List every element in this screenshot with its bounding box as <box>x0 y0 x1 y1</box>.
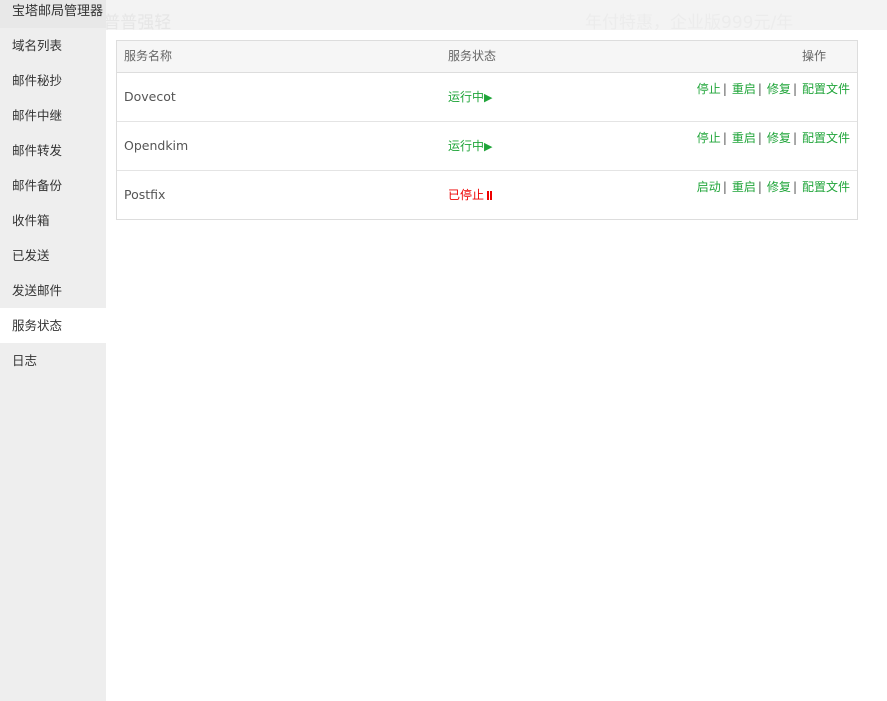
separator: | <box>757 180 762 194</box>
start-stop-link[interactable]: 启动 <box>697 180 721 194</box>
sidebar: 宝塔邮局管理器 域名列表 邮件秘抄 邮件中继 邮件转发 邮件备份 收件箱 已发送 发送邮件 服务… <box>0 0 106 701</box>
play-icon: ▶ <box>484 140 493 153</box>
sidebar-title: 宝塔邮局管理器 <box>0 0 106 28</box>
sidebar-item-7[interactable]: 发送邮件 <box>0 273 106 308</box>
repair-link[interactable]: 修复 <box>767 82 791 96</box>
play-icon: ▶ <box>484 91 493 104</box>
header-service-name: 服务名称 <box>124 49 173 63</box>
sidebar-item-3[interactable]: 邮件转发 <box>0 133 106 168</box>
sidebar-item-9[interactable]: 日志 <box>0 343 106 378</box>
service-status-text: 运行中 <box>448 90 485 104</box>
separator: | <box>722 82 727 96</box>
service-name: Opendkim <box>124 138 189 153</box>
sidebar-item-4[interactable]: 邮件备份 <box>0 168 106 203</box>
start-stop-link[interactable]: 停止 <box>697 131 721 145</box>
service-operations: 停止 | 重启 | 修复 | 配置文件 <box>648 122 857 170</box>
table-row: Postfix 已停止 启动 | 重启 | 修复 | 配置文件 <box>117 171 857 219</box>
separator: | <box>722 131 727 145</box>
separator: | <box>792 180 797 194</box>
separator: | <box>757 82 762 96</box>
service-status-text: 已停止 <box>448 188 485 202</box>
sidebar-item-6[interactable]: 已发送 <box>0 238 106 273</box>
config-file-link[interactable]: 配置文件 <box>802 82 850 96</box>
sidebar-item-0[interactable]: 域名列表 <box>0 28 106 63</box>
restart-link[interactable]: 重启 <box>732 180 756 194</box>
sidebar-item-5[interactable]: 收件箱 <box>0 203 106 238</box>
repair-link[interactable]: 修复 <box>767 180 791 194</box>
service-name: Postfix <box>124 187 166 202</box>
table-row: Opendkim 运行中▶ 停止 | 重启 | 修复 | 配置文件 <box>117 122 857 171</box>
service-operations: 启动 | 重启 | 修复 | 配置文件 <box>648 171 857 219</box>
header-service-status: 服务状态 <box>448 49 497 63</box>
service-status: 运行中▶ <box>448 122 648 170</box>
separator: | <box>792 131 797 145</box>
config-file-link[interactable]: 配置文件 <box>802 131 850 145</box>
separator: | <box>722 180 727 194</box>
service-status-panel: 服务名称 服务状态 操作 Dovecot 运行中▶ 停止 | 重启 | 修复 | 配置文件 Ope… <box>106 30 887 701</box>
separator: | <box>792 82 797 96</box>
sidebar-item-8[interactable]: 服务状态 <box>0 308 106 343</box>
restart-link[interactable]: 重启 <box>732 131 756 145</box>
table-header: 服务名称 服务状态 操作 <box>117 41 857 73</box>
sidebar-item-2[interactable]: 邮件中继 <box>0 98 106 133</box>
repair-link[interactable]: 修复 <box>767 131 791 145</box>
service-status: 已停止 <box>448 171 648 219</box>
separator: | <box>757 131 762 145</box>
service-name: Dovecot <box>124 89 176 104</box>
service-operations: 停止 | 重启 | 修复 | 配置文件 <box>648 73 857 121</box>
service-table: 服务名称 服务状态 操作 Dovecot 运行中▶ 停止 | 重启 | 修复 | 配置文件 Ope… <box>116 40 858 220</box>
config-file-link[interactable]: 配置文件 <box>802 180 850 194</box>
sidebar-item-1[interactable]: 邮件秘抄 <box>0 63 106 98</box>
pause-icon <box>486 188 493 202</box>
table-row: Dovecot 运行中▶ 停止 | 重启 | 修复 | 配置文件 <box>117 73 857 122</box>
service-status-text: 运行中 <box>448 139 485 153</box>
restart-link[interactable]: 重启 <box>732 82 756 96</box>
service-status: 运行中▶ <box>448 73 648 121</box>
start-stop-link[interactable]: 停止 <box>697 82 721 96</box>
header-operations: 操作 <box>801 49 826 63</box>
